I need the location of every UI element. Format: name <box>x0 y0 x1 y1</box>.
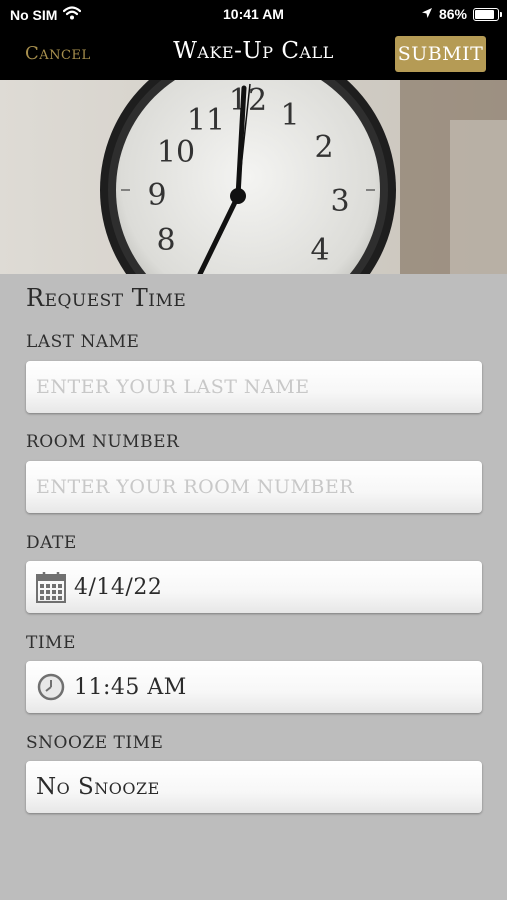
svg-text:9: 9 <box>147 178 166 213</box>
time-label: TIME <box>26 633 76 653</box>
hero-image: 12 1 2 3 4 8 9 10 11 <box>0 80 507 274</box>
status-bar: No SIM 10:41 AM 86% <box>0 0 507 28</box>
time-value: 11:45 AM <box>74 674 187 700</box>
battery-icon <box>473 7 502 21</box>
submit-button[interactable]: SUBMIT <box>395 36 486 72</box>
clock-icon <box>36 670 66 704</box>
room-number-placeholder: ENTER YOUR ROOM NUMBER <box>36 476 355 498</box>
svg-text:2: 2 <box>314 130 333 165</box>
snooze-time-label: SNOOZE TIME <box>26 733 164 753</box>
date-value: 4/14/22 <box>74 574 163 600</box>
last-name-field[interactable]: ENTER YOUR LAST NAME <box>26 361 482 413</box>
calendar-icon <box>36 570 66 604</box>
battery-fill <box>475 9 494 19</box>
svg-text:10: 10 <box>157 135 195 170</box>
svg-text:11: 11 <box>187 103 225 138</box>
snooze-value: No Snooze <box>36 774 160 800</box>
snooze-time-select[interactable]: No Snooze <box>26 761 482 813</box>
svg-text:1: 1 <box>280 98 299 133</box>
nav-bar: Cancel Wake-Up Call SUBMIT <box>0 28 507 80</box>
svg-text:8: 8 <box>156 223 175 258</box>
svg-text:3: 3 <box>330 184 349 219</box>
alarm-clock-photo: 12 1 2 3 4 8 9 10 11 <box>0 80 507 274</box>
svg-text:4: 4 <box>310 233 329 268</box>
cancel-button[interactable]: Cancel <box>25 43 91 64</box>
battery-percent: 86% <box>438 6 467 22</box>
last-name-placeholder: ENTER YOUR LAST NAME <box>36 376 310 398</box>
status-right: 86% <box>421 6 502 22</box>
date-label: DATE <box>26 533 77 553</box>
date-field[interactable]: 4/14/22 <box>26 561 482 613</box>
last-name-label: LAST NAME <box>26 332 140 352</box>
section-title: Request Time <box>26 284 187 312</box>
room-number-label: ROOM NUMBER <box>26 432 180 452</box>
location-arrow-icon <box>421 6 433 22</box>
room-number-field[interactable]: ENTER YOUR ROOM NUMBER <box>26 461 482 513</box>
time-field[interactable]: 11:45 AM <box>26 661 482 713</box>
